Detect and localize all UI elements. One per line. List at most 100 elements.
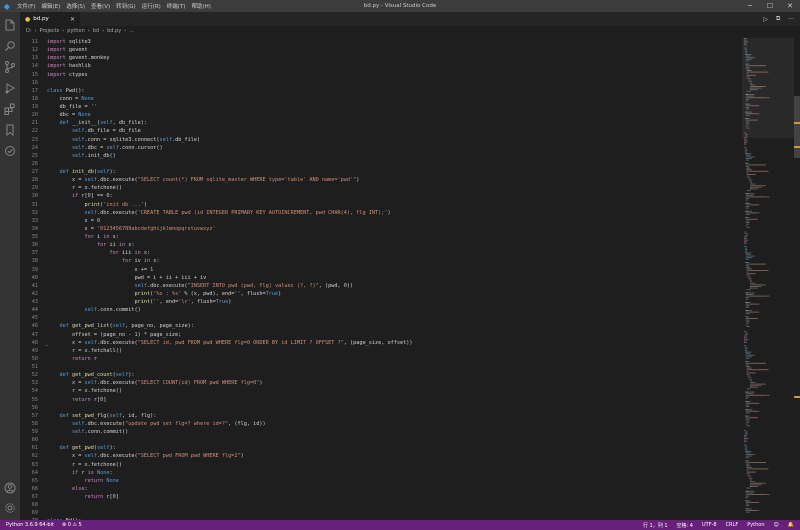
code-line[interactable]: 23 self.conn = sqlite3.connect(self.db_f… <box>20 136 412 144</box>
breadcrumb-file[interactable]: bd.py <box>107 28 121 34</box>
python-interpreter[interactable]: Python 3.6.9 64-bit <box>6 522 54 528</box>
more-actions-button[interactable]: ··· <box>788 16 794 23</box>
code-line[interactable]: 39 x += 1 <box>20 266 412 274</box>
menu-view[interactable]: 查看(V) <box>88 2 113 10</box>
menu-edit[interactable]: 编辑(E) <box>38 2 63 10</box>
menu-help[interactable]: 帮助(H) <box>188 2 213 10</box>
code-line[interactable]: 21 def __init__(self, db_file): <box>20 119 412 127</box>
code-line[interactable]: 35 for i in s: <box>20 233 412 241</box>
code-line[interactable]: 47 offset = (page_no - 1) * page_size; <box>20 331 412 339</box>
source-control-icon[interactable] <box>3 59 17 73</box>
extensions-icon[interactable] <box>3 101 17 115</box>
feedback-icon[interactable]: ☺ <box>774 522 779 529</box>
code-line[interactable]: 50 return r <box>20 355 412 363</box>
code-line[interactable]: 24 self.dbc = self.conn.cursor() <box>20 144 412 152</box>
cursor-position[interactable]: 行 1，列 1 <box>643 522 668 529</box>
code-line[interactable]: 42 print('%s : %s' % (x, pwd), end='', f… <box>20 290 412 298</box>
code-line[interactable]: 11 import sqlite3 <box>20 38 412 46</box>
code-line[interactable]: 54 r = x.fetchone() <box>20 387 412 395</box>
gear-icon[interactable] <box>3 500 17 514</box>
code-line[interactable]: 14 import hashlib <box>20 62 412 70</box>
close-window-button[interactable]: ✕ <box>780 0 800 12</box>
breadcrumb-item[interactable]: Projects <box>40 28 60 34</box>
split-editor-button[interactable]: ⧉ <box>776 15 780 23</box>
bookmark-icon[interactable] <box>3 122 17 137</box>
code-line[interactable]: 63 r = x.fetchone() <box>20 461 412 469</box>
code-line[interactable]: 15 import ctypes <box>20 71 412 79</box>
code-line[interactable]: 64 if r is None: <box>20 469 412 477</box>
code-line[interactable]: 62 x = self.dbc.execute("SELECT pwd FROM… <box>20 452 412 460</box>
code-line[interactable]: 26 <box>20 160 412 168</box>
minimize-button[interactable]: ─ <box>740 0 760 12</box>
code-line[interactable]: 34 s = '0123456789abcdefghijklmnopqrstuv… <box>20 225 412 233</box>
indentation[interactable]: 空格: 4 <box>677 522 693 529</box>
account-icon[interactable] <box>3 480 17 494</box>
code-line[interactable]: 53 x = self.dbc.execute("SELECT COUNT(id… <box>20 379 412 387</box>
code-line[interactable]: 48 _ x = self.dbc.execute("SELECT id, pwd… <box>20 339 413 347</box>
code-line[interactable]: 30 if r[0] == 0: <box>20 192 412 200</box>
code-line[interactable]: 32 self.dbc.execute('CREATE TABLE pwd (i… <box>20 209 412 217</box>
code-line[interactable]: 55 return r[0] <box>20 396 412 404</box>
problems-count[interactable]: ⊗ 0 ⚠ 5 <box>62 522 82 528</box>
code-line[interactable]: 52 def get_pwd_count(self): <box>20 371 412 379</box>
menu-selection[interactable]: 选择(S) <box>63 2 88 10</box>
run-debug-icon[interactable] <box>3 80 17 94</box>
code-line[interactable]: 20 dbc = None <box>20 111 412 119</box>
menu-file[interactable]: 文件(F) <box>14 2 38 10</box>
code-line[interactable]: 59 self.conn.commit() <box>20 428 412 436</box>
menu-run[interactable]: 运行(R) <box>139 2 164 10</box>
code-line[interactable]: 18 conn = None <box>20 95 412 103</box>
code-line[interactable]: 44 self.conn.commit() <box>20 306 412 314</box>
code-line[interactable]: 38 for iv in s: <box>20 257 412 265</box>
breadcrumb-item[interactable]: ... <box>129 28 134 34</box>
code-line[interactable]: 19 db_file = '' <box>20 103 412 111</box>
code-line[interactable]: 65 return None <box>20 477 412 485</box>
code-line[interactable]: 46 def get_pwd_list(self, page_no, page_… <box>20 322 412 330</box>
tab-bd-py[interactable]: ● bd.py ✕ <box>20 12 80 26</box>
notifications-icon[interactable]: 🔔 <box>788 522 794 529</box>
code-line[interactable]: 36 for ii in s: <box>20 241 412 249</box>
code-line[interactable]: 27 def init_db(self): <box>20 168 412 176</box>
code-line[interactable]: 33 x = 0 <box>20 217 412 225</box>
code-line[interactable]: 45 <box>20 314 412 322</box>
scrollbar-thumb[interactable] <box>794 96 800 158</box>
code-line[interactable]: 68 <box>20 501 412 509</box>
code-editor[interactable]: 11 import sqlite3 12 import gevent 13 import … <box>20 36 742 520</box>
code-line[interactable]: 31 print('init db ...') <box>20 201 412 209</box>
code-line[interactable]: 12 import gevent <box>20 46 412 54</box>
breadcrumb-item[interactable]: D: <box>26 28 32 34</box>
code-line[interactable]: 28 x = self.dbc.execute("SELECT count(*)… <box>20 176 412 184</box>
code-line[interactable]: 60 <box>20 436 412 444</box>
code-line[interactable]: 49 r = x.fetchall() <box>20 347 412 355</box>
minimap[interactable] <box>742 36 794 520</box>
code-line[interactable]: 17 class Pwd(): <box>20 87 412 95</box>
code-line[interactable]: 51 <box>20 363 412 371</box>
code-line[interactable]: 37 for iii in s: <box>20 249 412 257</box>
code-line[interactable]: 43 print('', end='\r', flush=True) <box>20 298 412 306</box>
testing-icon[interactable] <box>3 143 17 157</box>
code-line[interactable]: 66 else: <box>20 485 412 493</box>
close-tab-button[interactable]: ✕ <box>70 16 75 23</box>
explorer-icon[interactable] <box>3 17 17 31</box>
breadcrumb-item[interactable]: bd <box>93 28 99 34</box>
maximize-button[interactable]: ☐ <box>760 0 780 12</box>
language-mode[interactable]: Python <box>747 522 764 529</box>
menu-terminal[interactable]: 终端(T) <box>164 2 189 10</box>
menu-go[interactable]: 转到(G) <box>113 2 139 10</box>
code-line[interactable]: 57 def set_pwd_flg(self, id, flg): <box>20 412 412 420</box>
code-line[interactable]: 69 <box>20 509 412 517</box>
code-line[interactable]: 61 def get_pwd(self): <box>20 444 412 452</box>
code-line[interactable]: 58 self.dbc.execute("update pwd set flg=… <box>20 420 412 428</box>
code-line[interactable]: 41 self.dbc.execute("INSERT INTO pwd (pw… <box>20 282 412 290</box>
code-line[interactable]: 16 <box>20 79 412 87</box>
code-line[interactable]: 13 import gevent.monkey <box>20 54 412 62</box>
code-lines[interactable]: 11 import sqlite3 12 import gevent 13 import … <box>20 38 413 520</box>
code-line[interactable]: 40 pwd = i + ii + iii + iv <box>20 274 412 282</box>
code-line[interactable]: 29 r = x.fetchone() <box>20 184 412 192</box>
code-line[interactable]: 25 self.init_db() <box>20 152 412 160</box>
breadcrumb-item[interactable]: python <box>67 28 85 34</box>
code-line[interactable]: 56 <box>20 404 412 412</box>
line-ending[interactable]: CRLF <box>726 522 739 529</box>
encoding[interactable]: UTF-8 <box>702 522 717 529</box>
search-icon[interactable] <box>3 38 17 52</box>
